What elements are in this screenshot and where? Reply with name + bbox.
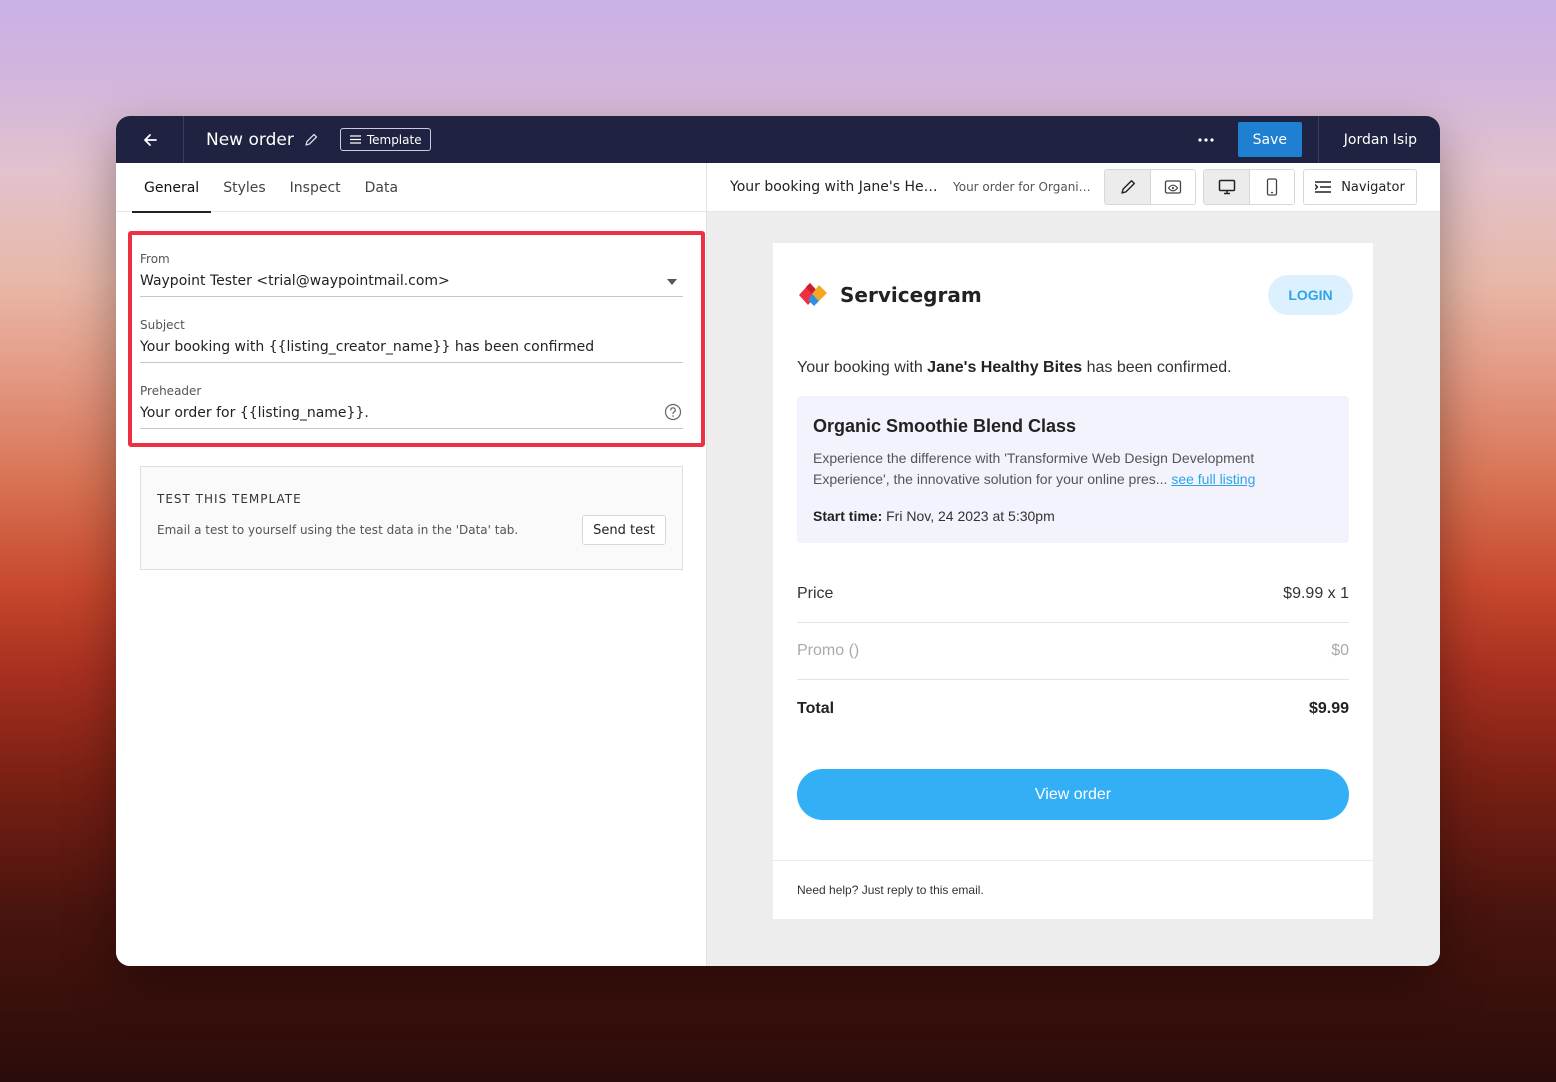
promo-label: Promo () [797, 642, 860, 659]
creator-name: Jane's Healthy Bites [927, 359, 1083, 376]
subject-input[interactable]: Your booking with {{listing_creator_name… [140, 339, 683, 363]
eye-icon [1164, 180, 1182, 194]
brand-logo: Servicegram [797, 279, 982, 311]
device-toggle [1203, 169, 1295, 205]
back-button[interactable] [116, 116, 184, 163]
confirmation-message: Your booking with Jane's Healthy Bites h… [797, 359, 1232, 377]
tab-styles[interactable]: Styles [211, 163, 277, 212]
from-label: From [140, 252, 170, 266]
mode-toggle [1104, 169, 1196, 205]
email-preview: Servicegram LOGIN Your booking with Jane… [773, 243, 1373, 919]
tab-data[interactable]: Data [353, 163, 410, 212]
send-test-button[interactable]: Send test [582, 515, 666, 545]
desktop-view-button[interactable] [1204, 170, 1249, 204]
tab-inspect[interactable]: Inspect [278, 163, 353, 212]
pencil-icon[interactable] [304, 133, 318, 147]
desktop-icon [1218, 179, 1235, 195]
from-field: From Waypoint Tester <trial@waypointmail… [140, 252, 683, 297]
tab-bar: General Styles Inspect Data [116, 163, 706, 213]
listing-description: Experience the difference with 'Transfor… [813, 448, 1333, 490]
template-label: Template [366, 132, 422, 147]
intro-suffix: has been confirmed. [1082, 359, 1232, 376]
mobile-view-button[interactable] [1249, 170, 1294, 204]
total-value: $9.99 [1308, 699, 1349, 717]
from-value: Waypoint Tester <trial@waypointmail.com> [140, 273, 450, 289]
more-options-button[interactable] [1186, 116, 1226, 163]
subject-value: Your booking with {{listing_creator_name… [140, 339, 595, 355]
listing-card: Organic Smoothie Blend Class Experience … [797, 396, 1349, 543]
preheader-value: Your order for {{listing_name}}. [140, 405, 369, 421]
edit-mode-button[interactable] [1105, 170, 1150, 204]
editor-window: New order Template Save Jordan Isip Gene… [116, 116, 1440, 966]
test-template-box: TEST THIS TEMPLATE Email a test to yours… [140, 466, 683, 570]
login-button[interactable]: LOGIN [1268, 275, 1353, 315]
servicegram-logo-icon [799, 283, 827, 306]
save-button[interactable]: Save [1237, 122, 1302, 157]
ellipsis-icon [1198, 137, 1214, 142]
user-menu[interactable]: Jordan Isip [1317, 116, 1440, 163]
subject-field: Subject Your booking with {{listing_crea… [140, 318, 683, 363]
email-footer: Need help? Just reply to this email. [773, 860, 1373, 919]
preheader-field: Preheader Your order for {{listing_name}… [140, 384, 683, 429]
pencil-icon [1120, 180, 1135, 194]
navigator-label: Navigator [1341, 179, 1405, 195]
preview-subject: Your booking with Jane's Healt... [730, 179, 942, 195]
price-label: Price [797, 585, 834, 602]
arrow-left-icon [143, 133, 157, 146]
subject-label: Subject [140, 318, 185, 332]
test-template-description: Email a test to yourself using the test … [157, 523, 519, 537]
promo-row: Promo () $0 [797, 623, 1349, 680]
mobile-icon [1266, 178, 1278, 196]
list-icon [349, 135, 361, 144]
start-time: Start time: Fri Nov, 24 2023 at 5:30pm [813, 508, 1055, 524]
start-time-value: Fri Nov, 24 2023 at 5:30pm [886, 508, 1055, 524]
view-order-button[interactable]: View order [797, 769, 1349, 820]
see-full-listing-link[interactable]: see full listing [1171, 471, 1255, 487]
intro-prefix: Your booking with [797, 359, 928, 376]
listing-title: Organic Smoothie Blend Class [813, 416, 1077, 436]
document-title: New order [206, 129, 294, 150]
preheader-label: Preheader [140, 384, 202, 398]
navigator-button[interactable]: Navigator [1303, 169, 1417, 205]
preview-mode-button[interactable] [1150, 170, 1195, 204]
preview-toolbar: Your booking with Jane's Healt... Your o… [707, 163, 1440, 212]
help-icon[interactable] [664, 403, 682, 421]
total-label: Total [797, 699, 835, 717]
preview-preheader: Your order for Organic ... [953, 180, 1095, 194]
settings-panel: General Styles Inspect Data From Waypoin… [116, 163, 707, 966]
promo-value: $0 [1331, 642, 1349, 659]
preheader-input[interactable]: Your order for {{listing_name}}. [140, 403, 683, 429]
preview-panel: Your booking with Jane's Healt... Your o… [707, 163, 1440, 966]
template-badge[interactable]: Template [339, 128, 431, 151]
tab-general[interactable]: General [132, 163, 212, 213]
test-template-title: TEST THIS TEMPLATE [157, 492, 302, 506]
from-select[interactable]: Waypoint Tester <trial@waypointmail.com> [140, 273, 683, 297]
price-row: Price $9.99 x 1 [797, 566, 1349, 623]
top-bar: New order Template Save Jordan Isip [116, 116, 1440, 163]
price-value: $9.99 x 1 [1283, 585, 1349, 602]
footer-text: Need help? Just reply to this email. [797, 883, 984, 897]
brand-name: Servicegram [840, 283, 982, 307]
total-row: Total $9.99 [797, 680, 1349, 737]
caret-down-icon [667, 279, 677, 285]
navigator-icon [1315, 181, 1332, 193]
start-time-label: Start time: [813, 508, 883, 524]
